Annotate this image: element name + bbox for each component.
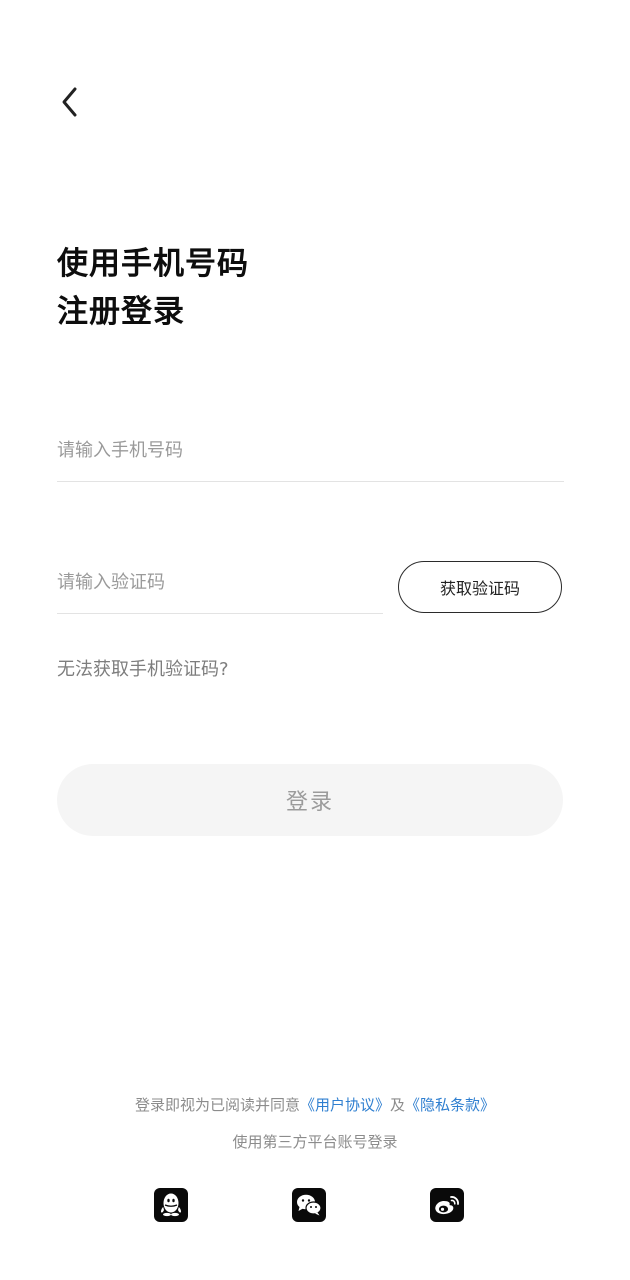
agreement-text: 登录即视为已阅读并同意《用户协议》及《隐私条款》 [0,1094,630,1115]
cant-get-code-link[interactable]: 无法获取手机验证码? [57,655,229,681]
weibo-login-button[interactable] [430,1188,464,1222]
wechat-login-button[interactable] [292,1188,326,1222]
third-party-label: 使用第三方平台账号登录 [232,1133,398,1151]
phone-input[interactable] [57,420,564,480]
qq-login-button[interactable] [154,1188,188,1222]
login-button[interactable]: 登录 [57,764,563,836]
phone-field [57,420,564,482]
wechat-icon [297,1194,322,1216]
agreement-prefix: 登录即视为已阅读并同意 [134,1096,300,1114]
page-title-line2: 注册登录 [57,294,185,330]
verification-code-input[interactable] [57,552,383,612]
page-title: 使用手机号码 注册登录 [57,240,249,336]
back-button[interactable] [52,80,88,124]
agreement-joiner: 及 [390,1096,406,1114]
user-agreement-link[interactable]: 《用户协议》 [300,1096,390,1114]
code-field [57,552,383,614]
get-code-button[interactable]: 获取验证码 [398,561,562,613]
page-title-line1: 使用手机号码 [57,246,249,282]
social-login-row [0,1188,630,1224]
privacy-policy-link[interactable]: 《隐私条款》 [405,1096,495,1114]
chevron-left-icon [62,87,77,117]
qq-icon [161,1193,181,1217]
weibo-icon [435,1196,459,1215]
